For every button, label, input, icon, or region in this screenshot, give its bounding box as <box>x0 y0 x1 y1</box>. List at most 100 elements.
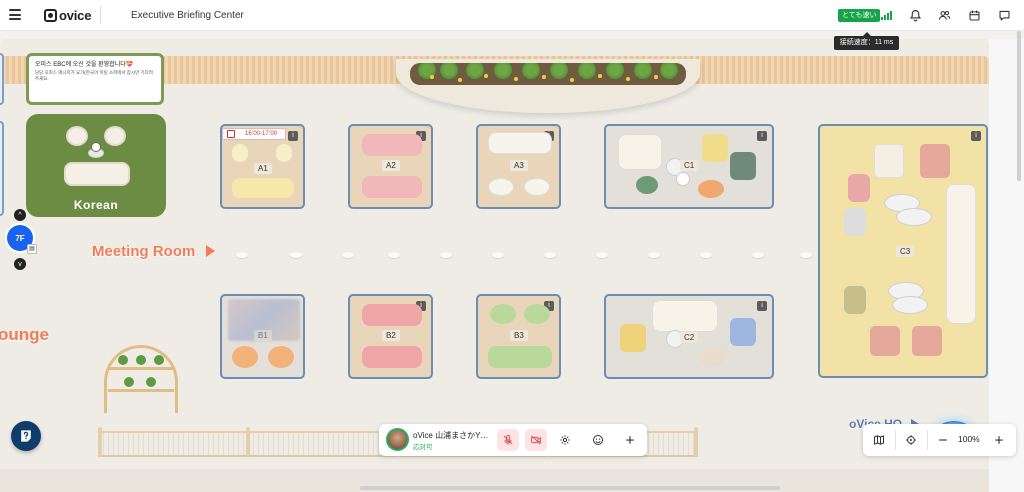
meeting-room-c1[interactable]: i C1 <box>604 124 774 209</box>
locate-me-button[interactable] <box>900 429 922 451</box>
floor-up-button[interactable]: ^ <box>14 209 26 221</box>
map-icon <box>874 435 884 445</box>
settings-button[interactable] <box>554 429 576 451</box>
planter-plants <box>410 63 686 85</box>
notification-bell-button[interactable] <box>904 5 926 25</box>
stepping-stone <box>752 252 764 258</box>
room-info-icon[interactable]: i <box>757 301 767 311</box>
gear-icon <box>560 435 570 445</box>
room-label: B1 <box>254 330 272 341</box>
connection-speed-badge[interactable]: とても速い <box>838 9 881 22</box>
map-zoom-bar: 100% <box>863 424 1016 456</box>
room-label: A3 <box>510 160 528 171</box>
zoom-divider <box>895 430 896 450</box>
members-button[interactable] <box>933 5 955 25</box>
stepping-stone <box>800 252 812 258</box>
room-label: A2 <box>382 160 400 171</box>
hamburger-menu-icon[interactable] <box>9 9 21 20</box>
zoom-divider <box>927 430 928 450</box>
calendar-button[interactable] <box>963 5 985 25</box>
stepping-stone <box>236 252 248 258</box>
offscreen-room-edge[interactable] <box>0 53 4 105</box>
lounge-label: ounge <box>0 325 49 344</box>
logo-mark-icon <box>44 9 57 22</box>
room-label: A1 <box>254 163 272 174</box>
horizontal-scrollbar[interactable] <box>360 486 780 490</box>
stepping-stone <box>290 252 302 258</box>
meeting-room-b3[interactable]: i B3 <box>476 294 561 379</box>
connection-speed-tooltip: 接続速度：11 ms <box>834 32 899 50</box>
help-icon <box>21 430 31 442</box>
avatar[interactable] <box>386 428 409 451</box>
user-name[interactable]: oVice 山浦まさかY… <box>413 430 495 441</box>
korean-meeting-zone[interactable]: Korean <box>26 114 166 217</box>
stepping-stone <box>700 252 712 258</box>
reservation-time-chip[interactable]: 16:00-17:00 <box>222 128 286 140</box>
ovice-logo[interactable]: ovice <box>44 8 91 23</box>
plant-shelf-decoration <box>104 345 178 413</box>
korean-sofa-set <box>64 126 130 194</box>
room-info-icon[interactable]: i <box>971 131 981 141</box>
meeting-room-b1[interactable]: B1 <box>220 294 305 379</box>
user-status[interactable]: 応対可 <box>413 441 433 451</box>
room-label: C3 <box>896 246 915 257</box>
person-icon <box>91 142 101 152</box>
signal-strength-icon[interactable] <box>881 10 893 20</box>
room-info-icon[interactable]: i <box>757 131 767 141</box>
users-icon <box>938 10 950 20</box>
crosshair-icon <box>906 435 916 445</box>
zoom-in-button[interactable] <box>988 429 1010 451</box>
zoom-level: 100% <box>958 434 980 444</box>
stepping-stone <box>492 252 504 258</box>
user-control-bar: oVice 山浦まさかY… 応対可 <box>379 424 647 456</box>
meeting-room-label: Meeting Room <box>92 243 196 260</box>
stepping-stone <box>440 252 452 258</box>
stepping-stone <box>648 252 660 258</box>
top-bar: ovice Executive Briefing Center とても速い <box>0 0 1024 31</box>
plus-icon <box>995 436 1003 444</box>
room-label: B2 <box>382 330 400 341</box>
room-label: C1 <box>680 160 699 171</box>
zoom-out-button[interactable] <box>932 429 954 451</box>
plus-icon <box>626 436 634 444</box>
welcome-subtitle: 담당 오피스 매니저가 요가(한국어 미팅 소파에서 잠시만 기다려주세요. <box>35 70 153 81</box>
camera-toggle-button[interactable] <box>525 429 547 451</box>
calendar-icon <box>227 130 235 138</box>
space-map[interactable]: 오피스 EBC에 오신 것을 환영합니다💝 담당 오피스 매니저가 요가(한국어… <box>0 31 1024 492</box>
space-title: Executive Briefing Center <box>131 10 244 21</box>
logo-text: ovice <box>59 8 92 23</box>
stepping-stone <box>342 252 354 258</box>
floor-navigator: ^ 7F ▤ v <box>7 209 37 271</box>
mic-off-icon <box>503 435 513 445</box>
camera-off-icon <box>531 435 541 445</box>
reaction-button[interactable] <box>587 429 609 451</box>
floor-list-icon[interactable]: ▤ <box>27 244 37 254</box>
room-info-icon[interactable]: i <box>288 131 298 141</box>
stepping-stone <box>388 252 400 258</box>
help-button[interactable] <box>11 421 41 451</box>
korean-zone-label: Korean <box>73 198 119 212</box>
stepping-stone <box>596 252 608 258</box>
mic-toggle-button[interactable] <box>497 429 519 451</box>
vertical-scrollbar[interactable] <box>1017 31 1021 181</box>
topbar-divider <box>100 6 101 24</box>
room-label: C2 <box>680 332 699 343</box>
more-actions-button[interactable] <box>619 429 641 451</box>
room-label: B3 <box>510 330 528 341</box>
meeting-room-c2[interactable]: i C2 <box>604 294 774 379</box>
smile-icon <box>593 435 603 445</box>
floor-down-button[interactable]: v <box>14 258 26 270</box>
welcome-board[interactable]: 오피스 EBC에 오신 것을 환영합니다💝 담당 오피스 매니저가 요가(한국어… <box>26 53 164 105</box>
meeting-room-b2[interactable]: i B2 <box>348 294 433 379</box>
calendar-icon <box>969 10 979 20</box>
meeting-room-c3[interactable]: i C3 <box>818 124 988 378</box>
meeting-room-a2[interactable]: i A2 <box>348 124 433 209</box>
minus-icon <box>939 439 947 441</box>
stepping-stone <box>544 252 556 258</box>
reservation-time: 16:00-17:00 <box>245 131 278 137</box>
meeting-room-a3[interactable]: i A3 <box>476 124 561 209</box>
bell-icon <box>909 9 921 21</box>
chat-button[interactable] <box>993 5 1015 25</box>
offscreen-room-edge[interactable] <box>0 121 4 216</box>
map-view-button[interactable] <box>868 429 890 451</box>
